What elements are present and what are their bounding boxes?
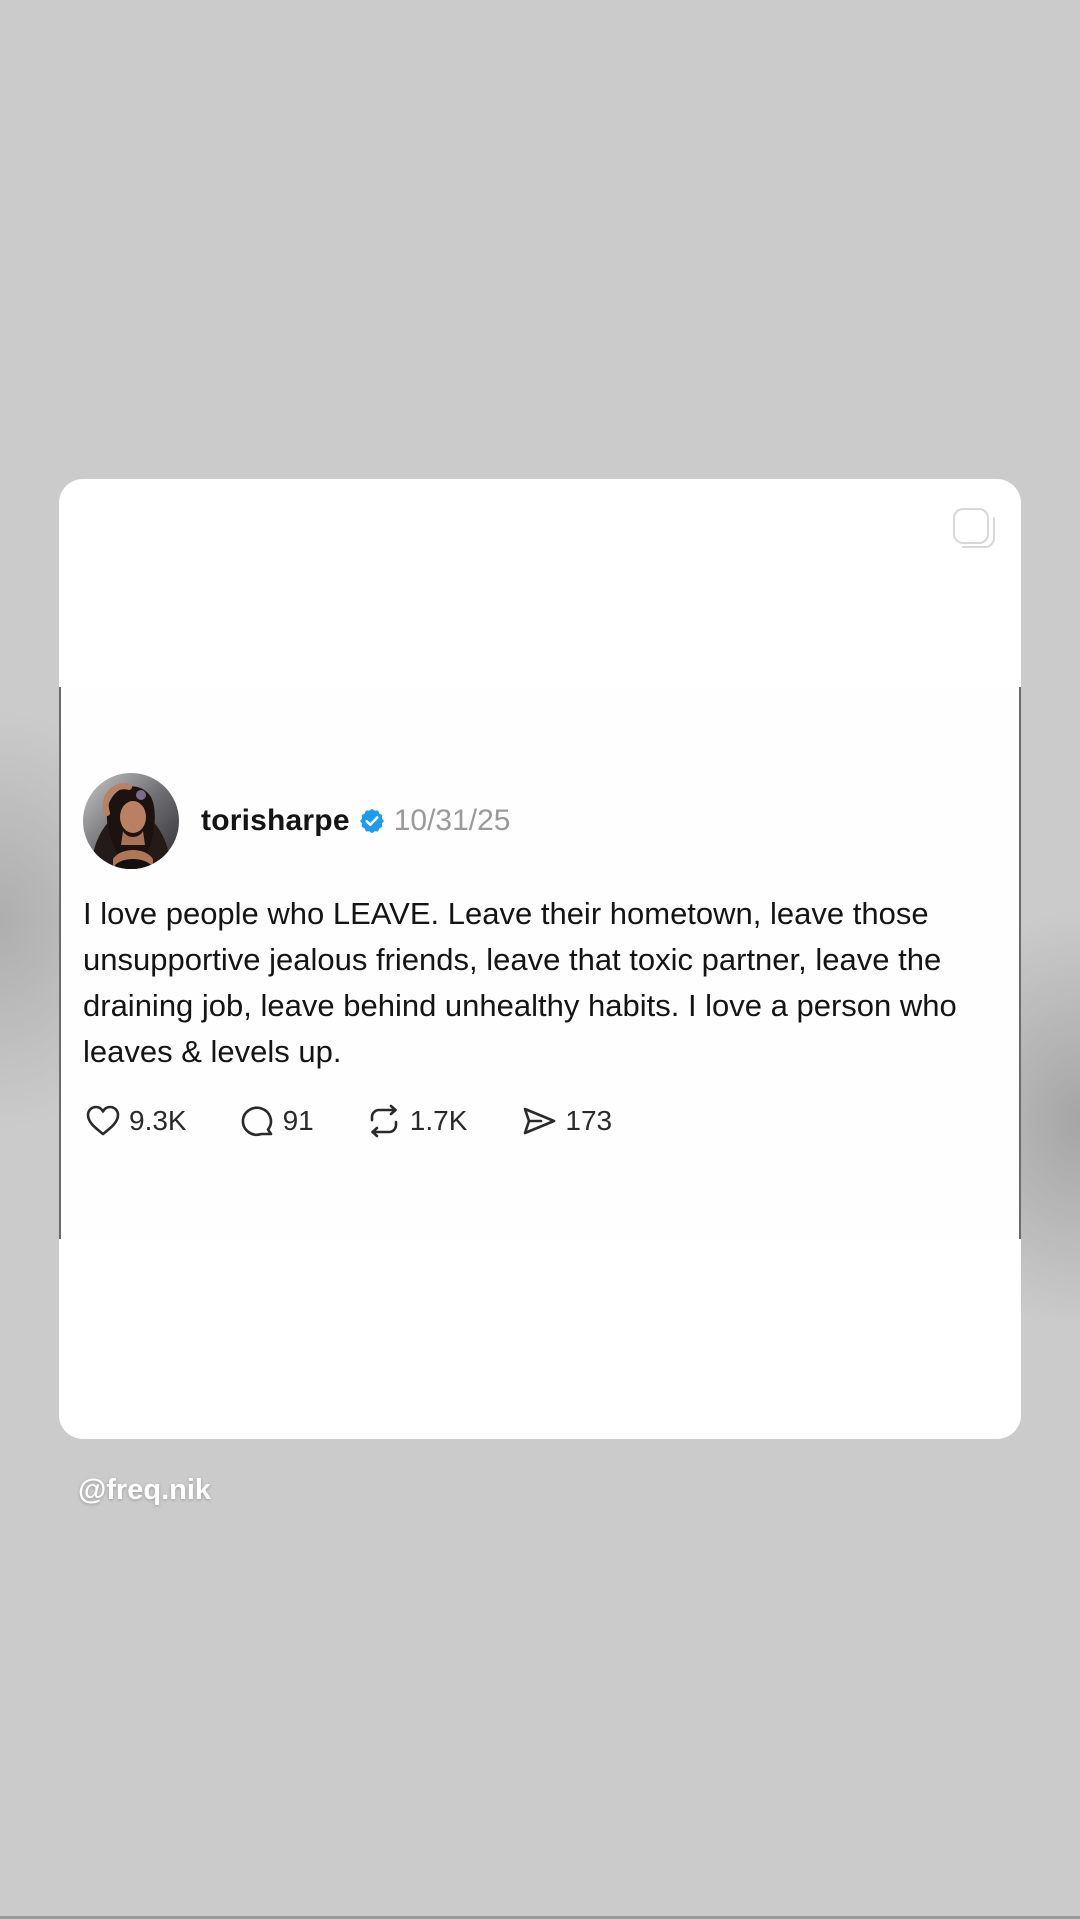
post-screenshot-card: torisharpe 10/31/25 I love people who LE…	[59, 479, 1021, 1439]
share-count: 173	[565, 1105, 613, 1136]
post-screenshot: torisharpe 10/31/25 I love people who LE…	[59, 687, 1021, 1239]
verified-badge-icon	[359, 808, 384, 834]
heart-icon	[86, 1105, 120, 1136]
repost-button[interactable]: 1.7K	[364, 1101, 468, 1141]
author-username[interactable]: torisharpe	[201, 804, 350, 838]
mention-sticker[interactable]: @freq.nik	[78, 1474, 211, 1507]
post: torisharpe 10/31/25 I love people who LE…	[83, 773, 993, 1141]
post-body: I love people who LEAVE. Leave their hom…	[83, 896, 957, 1069]
repost-icon	[370, 1104, 398, 1138]
repost-count: 1.7K	[409, 1105, 468, 1136]
reply-button[interactable]: 91	[237, 1101, 314, 1141]
like-count: 9.3K	[129, 1105, 187, 1136]
avatar-photo	[83, 773, 179, 869]
like-button[interactable]: 9.3K	[83, 1101, 187, 1141]
post-date: 10/31/25	[393, 804, 511, 837]
comment-icon	[241, 1106, 272, 1136]
share-icon	[524, 1107, 556, 1135]
post-header: torisharpe 10/31/25	[83, 773, 993, 869]
reply-count: 91	[282, 1105, 314, 1136]
copy-icon[interactable]	[951, 505, 997, 551]
share-button[interactable]: 173	[519, 1101, 612, 1141]
avatar[interactable]	[83, 773, 179, 869]
post-actions: 9.3K 91 1.7K 173	[83, 1101, 993, 1141]
